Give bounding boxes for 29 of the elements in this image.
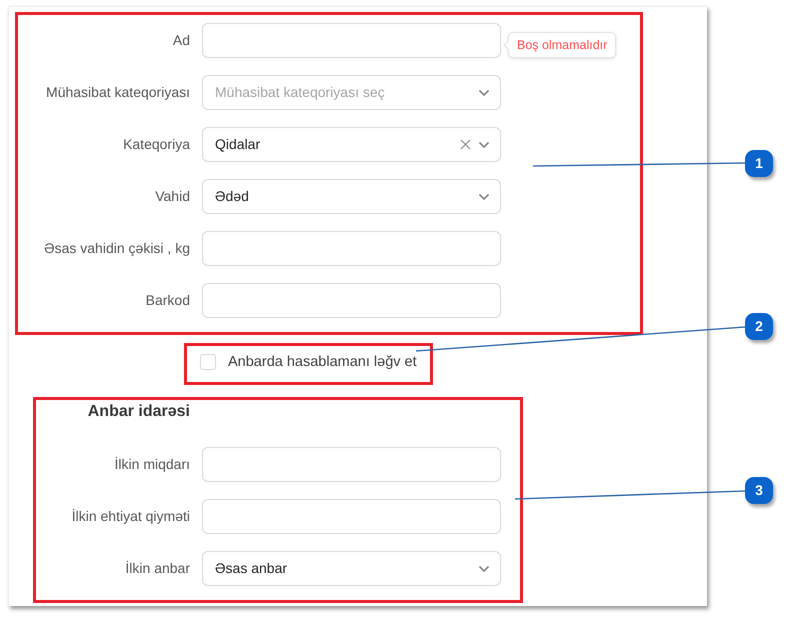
callout-badge: 1: [745, 150, 773, 177]
text-input[interactable]: [202, 23, 501, 58]
chevron-down-icon: [479, 566, 489, 572]
text-input[interactable]: [202, 231, 501, 266]
select-field[interactable]: Ədəd: [202, 179, 501, 214]
field-label: İlkin anbar: [124, 559, 190, 578]
chevron-down-icon: [479, 194, 489, 200]
text-input[interactable]: [202, 499, 501, 534]
field-label: Əsas vahidin çəkisi , kg: [43, 239, 190, 258]
select-field[interactable]: Qidalar: [202, 127, 501, 162]
error-tooltip: Boş olmamalıdır: [503, 32, 616, 58]
field-label: İlkin miqdarı: [114, 455, 190, 474]
select-field[interactable]: Əsas anbar: [202, 551, 501, 586]
field-label: Mühasibat kateqoriyası: [45, 83, 190, 102]
callout-badge: 3: [745, 477, 773, 504]
chevron-down-icon: [479, 142, 489, 148]
checkbox[interactable]: [200, 354, 216, 370]
field-label: Ad: [172, 31, 190, 50]
checkbox-label[interactable]: Anbarda hasablamanı ləğv et: [228, 352, 417, 374]
text-input[interactable]: [202, 283, 501, 318]
field-label: Vahid: [154, 187, 190, 206]
chevron-down-icon: [479, 90, 489, 96]
field-label: Barkod: [144, 291, 190, 310]
section-title: Anbar idarəsi: [86, 402, 190, 422]
field-label: İlkin ehtiyat qiyməti: [70, 507, 190, 526]
field-label: Kateqoriya: [122, 135, 190, 154]
text-input[interactable]: [202, 447, 501, 482]
clear-icon[interactable]: [460, 139, 471, 150]
callout-badge: 2: [745, 313, 773, 340]
